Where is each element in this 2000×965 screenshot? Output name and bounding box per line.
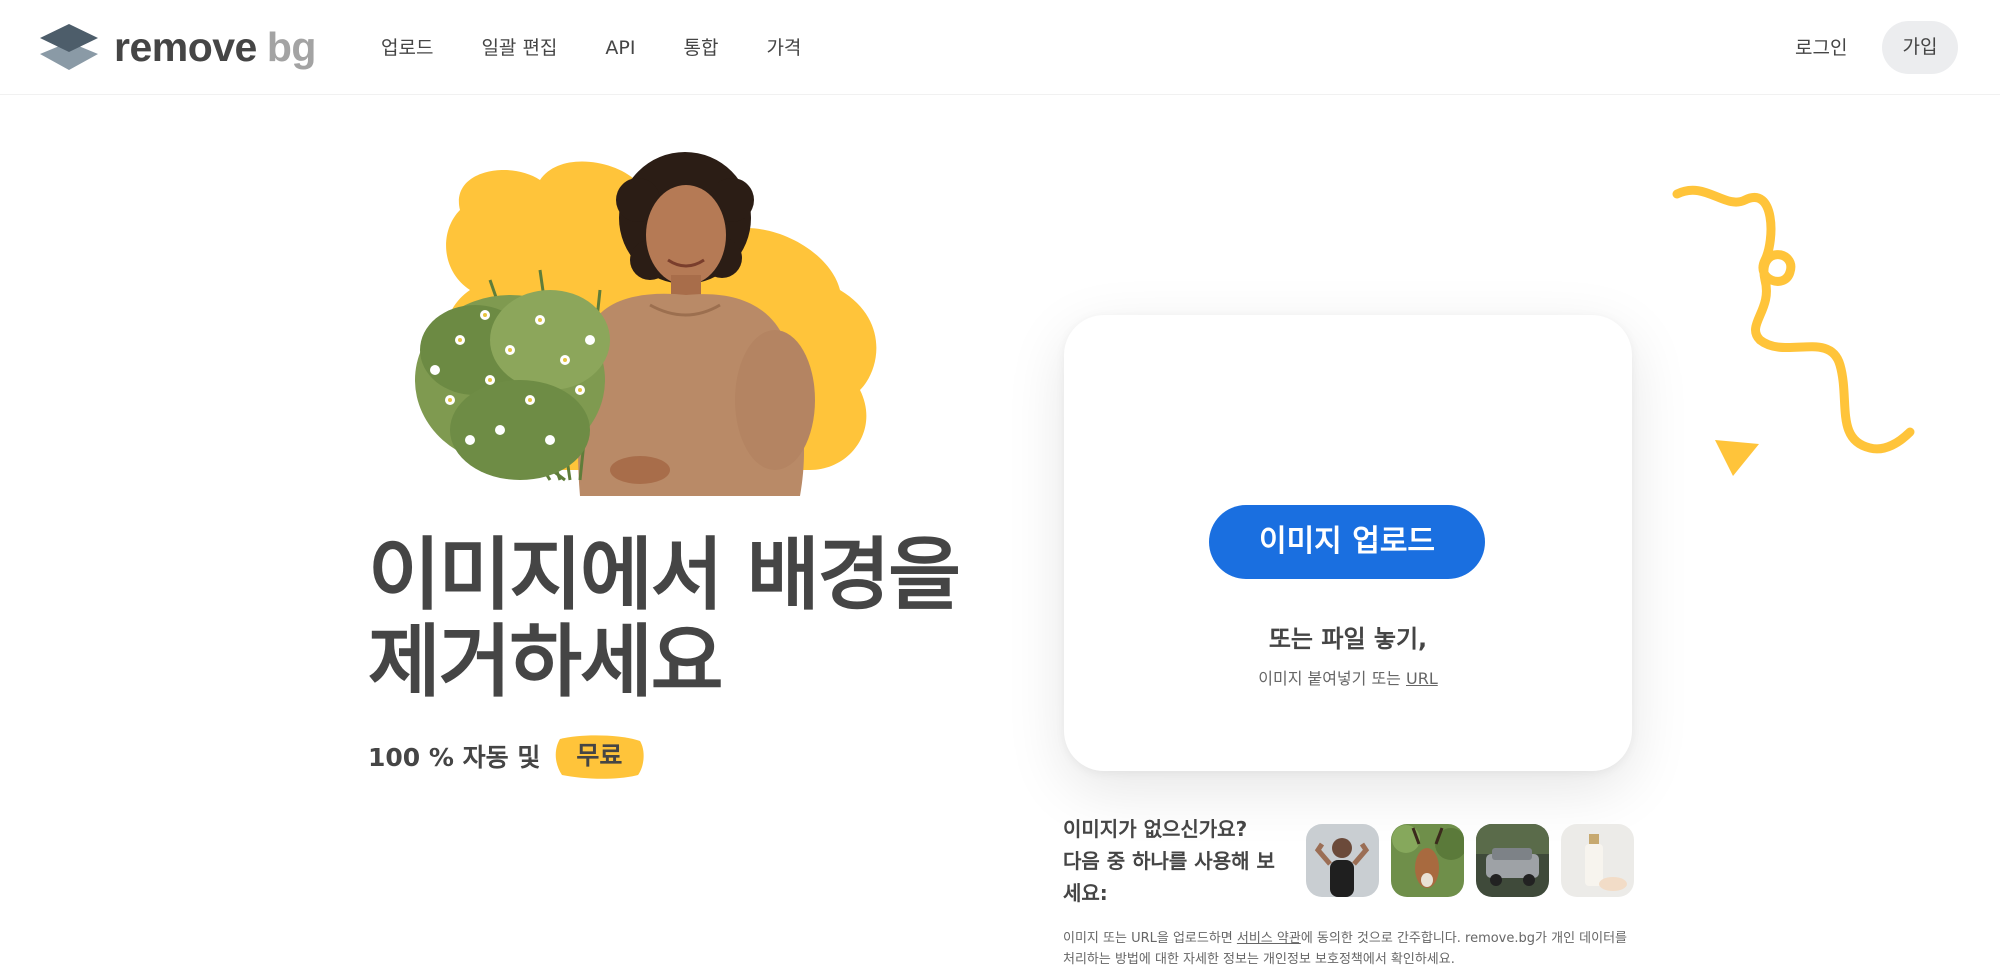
terms-text-after: 에 동의한 것으로 간주합니다. remove.bg가 개인 데이터를 [1300,931,1627,946]
nav-pricing[interactable]: 가격 [766,30,801,66]
sample-thumbnail-woman[interactable] [1306,824,1379,897]
sample-prompt-line1: 이미지가 없으신가요? [1063,817,1248,841]
hero-subtitle: 100 % 자동 및 무료 [368,733,644,779]
logo-wordmark: remove bg [114,24,316,70]
drop-file-subtitle: 이미지 붙여넣기 또는 URL [1064,665,1632,689]
paste-image-text: 이미지 붙여넣기 또는 [1258,669,1401,688]
nav-upload[interactable]: 업로드 [381,30,433,66]
logo-layers-icon [40,24,98,70]
hero-title-line1: 이미지에서 배경을 [368,529,961,621]
url-link[interactable]: URL [1406,669,1438,688]
terms-line2: 처리하는 방법에 대한 자세한 정보는 개인정보 보호정책에서 확인하세요. [1063,952,1455,965]
logo[interactable]: remove bg [40,24,316,70]
hero-title: 이미지에서 배경을 제거하세요 [368,529,961,708]
sample-prompt-line3: 세요: [1063,881,1108,905]
nav-integrations[interactable]: 통합 [683,30,718,66]
sample-thumbnail-car[interactable] [1476,824,1549,897]
hero-subtitle-text: 100 % 자동 및 [368,743,541,772]
drop-file-title: 또는 파일 놓기, [1268,625,1428,653]
upload-image-button[interactable]: 이미지 업로드 [1209,505,1485,579]
sample-thumbnails [1306,824,1634,897]
nav-bulk-edit[interactable]: 일괄 편집 [481,30,557,66]
sample-images-prompt: 이미지가 없으신가요? 다음 중 하나를 사용해 보 세요: [1063,813,1293,909]
login-link[interactable]: 로그인 [1795,30,1847,66]
main-nav: 업로드 일괄 편집 API 통합 가격 [381,30,801,66]
decorative-squiggle-icon [1672,185,1915,476]
terms-of-service-link[interactable]: 서비스 약관 [1237,931,1301,946]
free-badge: 무료 [554,733,644,779]
sample-thumbnail-cosmetic[interactable] [1561,824,1634,897]
nav-api[interactable]: API [605,30,635,66]
hero-title-line2: 제거하세요 [368,616,723,708]
signup-button[interactable]: 가입 [1882,21,1958,74]
terms-notice: 이미지 또는 URL을 업로드하면 서비스 약관에 동의한 것으로 간주합니다.… [1063,928,1653,965]
sample-prompt-line2: 다음 중 하나를 사용해 보 [1063,849,1275,873]
upload-card[interactable]: 이미지 업로드 또는 파일 놓기, 이미지 붙여넣기 또는 URL [1064,315,1632,771]
terms-line1: 이미지 또는 URL을 업로드하면 서비스 약관에 동의한 것으로 간주합니다.… [1063,928,1653,949]
hero-woman-with-flowers-image [415,152,877,496]
terms-text-before: 이미지 또는 URL을 업로드하면 [1063,931,1237,946]
free-badge-label: 무료 [576,741,623,770]
sample-thumbnail-antelope[interactable] [1391,824,1464,897]
top-header: remove bg 업로드 일괄 편집 API 통합 가격 로그인 가입 [0,0,2000,95]
